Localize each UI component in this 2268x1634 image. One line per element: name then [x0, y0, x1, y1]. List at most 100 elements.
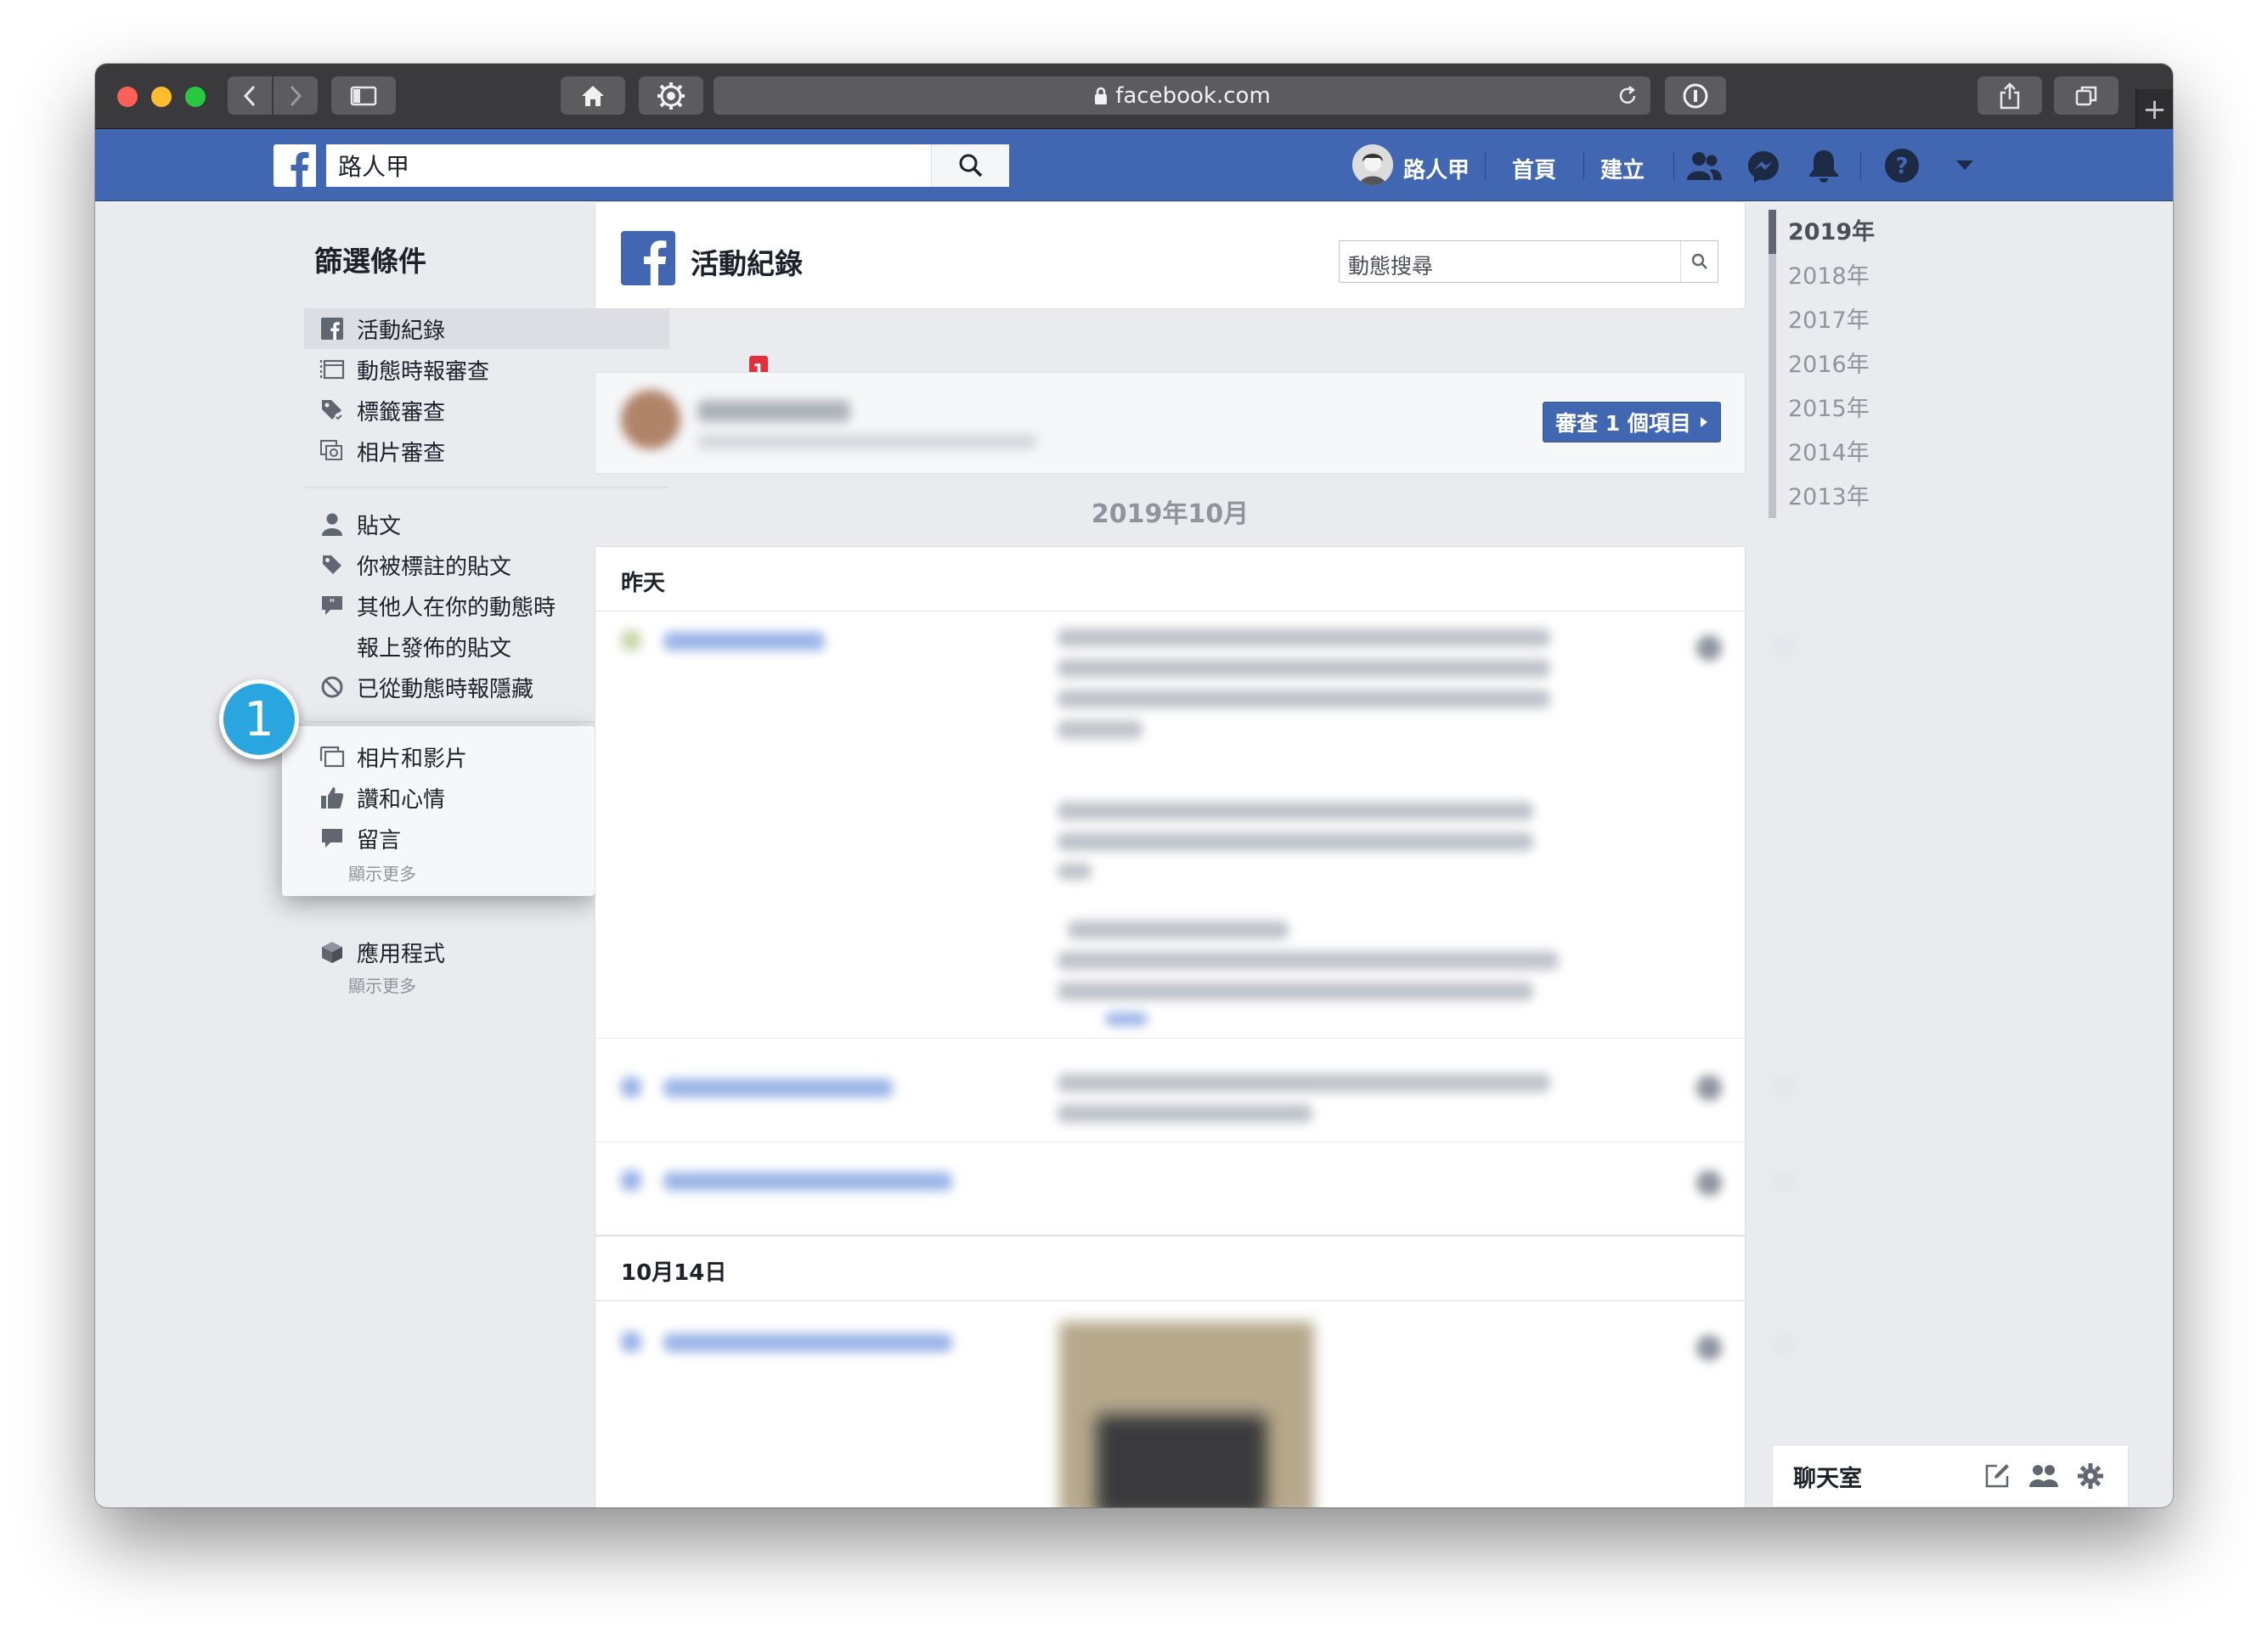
review-button-label: 審查 1 個項目	[1555, 411, 1691, 436]
nav-divider	[1860, 151, 1861, 180]
year-link[interactable]: 2014年	[1788, 434, 1870, 467]
blurred-icon	[621, 1077, 641, 1097]
year-link[interactable]: 2015年	[1788, 390, 1870, 423]
blurred-text	[1058, 720, 1142, 739]
show-more-link[interactable]: 顯示更多	[348, 860, 416, 885]
filter-item-photos-videos[interactable]: 相片和影片	[304, 736, 593, 777]
blurred-link	[663, 1333, 952, 1352]
activity-search-placeholder: 動態搜尋	[1348, 254, 1434, 279]
password-manager-button[interactable]	[1665, 76, 1726, 115]
activity-section-oct14: 10月14日	[595, 1236, 1795, 1507]
filter-item-likes-reactions[interactable]: 讚和心情	[304, 777, 593, 818]
friend-requests-icon[interactable]	[1685, 151, 1723, 182]
blurred-link	[663, 1079, 893, 1097]
tabs-icon	[2075, 86, 2097, 105]
filter-label: 相片審查	[357, 440, 446, 466]
forward-button[interactable]	[274, 76, 318, 115]
year-link[interactable]: 2017年	[1788, 301, 1870, 335]
gear-icon[interactable]	[2077, 1462, 2104, 1490]
blurred-edit-icon	[1773, 1335, 1795, 1357]
activity-search-button[interactable]	[1680, 241, 1718, 282]
blurred-text	[697, 400, 850, 422]
blurred-audience-icon	[1696, 1170, 1722, 1196]
chevron-left-icon	[243, 85, 256, 106]
pending-review-card: 審查 1 個項目	[595, 372, 1746, 474]
facebook-header: 路人甲 路人甲 首頁 建立 ?	[95, 129, 2173, 201]
url-text: facebook.com	[1115, 82, 1271, 109]
back-button[interactable]	[228, 76, 272, 115]
year-link[interactable]: 2018年	[1788, 257, 1870, 290]
blurred-text	[1058, 659, 1550, 678]
gear-icon	[657, 82, 685, 110]
nav-create-link[interactable]: 建立	[1600, 153, 1645, 184]
year-link-active[interactable]: 2019年	[1788, 213, 1875, 246]
lock-icon	[1095, 87, 1108, 104]
extension-button[interactable]	[639, 76, 703, 115]
year-link[interactable]: 2016年	[1788, 346, 1870, 379]
filter-item-comments[interactable]: 留言	[304, 818, 593, 859]
close-window-button[interactable]	[117, 87, 138, 107]
filter-label: 標籤審查	[357, 399, 446, 425]
row-divider	[595, 1141, 1745, 1142]
filter-label: 動態時報審查	[357, 358, 490, 385]
section-title: 10月14日	[621, 1260, 727, 1286]
facebook-logo[interactable]	[274, 144, 316, 187]
blurred-audience-icon	[1696, 635, 1722, 661]
section-title: 昨天	[621, 571, 666, 596]
sidebar-toggle-button[interactable]	[331, 76, 396, 115]
help-icon[interactable]: ?	[1884, 148, 1920, 183]
nav-home-link[interactable]: 首頁	[1512, 153, 1556, 184]
activity-search-input[interactable]: 動態搜尋	[1339, 240, 1718, 283]
person-icon	[319, 511, 345, 537]
blurred-link	[663, 632, 825, 651]
blurred-text	[1058, 1073, 1550, 1092]
svg-text:?: ?	[1895, 154, 1908, 179]
chevron-right-icon	[290, 85, 302, 106]
filter-label: 讚和心情	[357, 786, 446, 813]
facebook-search-button[interactable]	[931, 144, 1009, 187]
messenger-icon[interactable]	[1746, 149, 1780, 183]
share-button[interactable]	[1977, 76, 2042, 115]
filter-label: 其他人在你的動態時	[357, 594, 556, 621]
blurred-text	[1058, 832, 1533, 851]
reload-icon[interactable]	[1616, 85, 1639, 107]
chat-bar[interactable]: 聊天室	[1772, 1445, 2129, 1507]
row-divider	[595, 1038, 1745, 1039]
svg-text:": "	[330, 598, 336, 611]
browser-toolbar: facebook.com +	[95, 64, 2173, 129]
blurred-text	[1058, 690, 1550, 708]
timeline-review-icon	[319, 357, 345, 382]
show-tabs-button[interactable]	[2054, 76, 2118, 115]
home-icon	[582, 85, 604, 106]
new-tab-button[interactable]: +	[2135, 89, 2173, 129]
minimize-window-button[interactable]	[151, 87, 172, 107]
avatar[interactable]	[1352, 144, 1393, 185]
blurred-text	[1068, 921, 1289, 939]
facebook-search[interactable]: 路人甲	[326, 144, 1009, 187]
caret-right-icon	[1700, 417, 1707, 427]
blurred-icon	[621, 1170, 641, 1191]
zoom-window-button[interactable]	[185, 87, 206, 107]
notifications-bell-icon[interactable]	[1808, 148, 1840, 183]
filter-label: 應用程式	[357, 941, 446, 967]
year-link[interactable]: 2013年	[1788, 478, 1870, 511]
step-marker: 1	[219, 679, 299, 759]
filter-item-activity-log[interactable]: 活動紀錄	[304, 308, 669, 349]
address-bar[interactable]: facebook.com	[714, 76, 1650, 115]
show-more-link[interactable]: 顯示更多	[348, 972, 416, 997]
filter-label: 報上發佈的貼文	[357, 635, 512, 662]
comment-icon	[319, 825, 345, 851]
blurred-text	[1058, 628, 1550, 647]
search-icon	[959, 154, 982, 177]
account-menu-caret-icon[interactable]	[1955, 160, 1974, 172]
facebook-search-input[interactable]: 路人甲	[326, 149, 931, 183]
section-header: 10月14日	[595, 1237, 1745, 1301]
compose-icon[interactable]	[1983, 1462, 2011, 1490]
home-button[interactable]	[561, 76, 625, 115]
review-items-button[interactable]: 審查 1 個項目	[1543, 402, 1721, 442]
blurred-photo-detail	[1097, 1415, 1267, 1507]
profile-name-link[interactable]: 路人甲	[1403, 153, 1470, 184]
new-group-icon[interactable]	[2029, 1463, 2058, 1489]
blurred-audience-icon	[1696, 1075, 1722, 1101]
blurred-edit-icon	[1773, 635, 1795, 657]
